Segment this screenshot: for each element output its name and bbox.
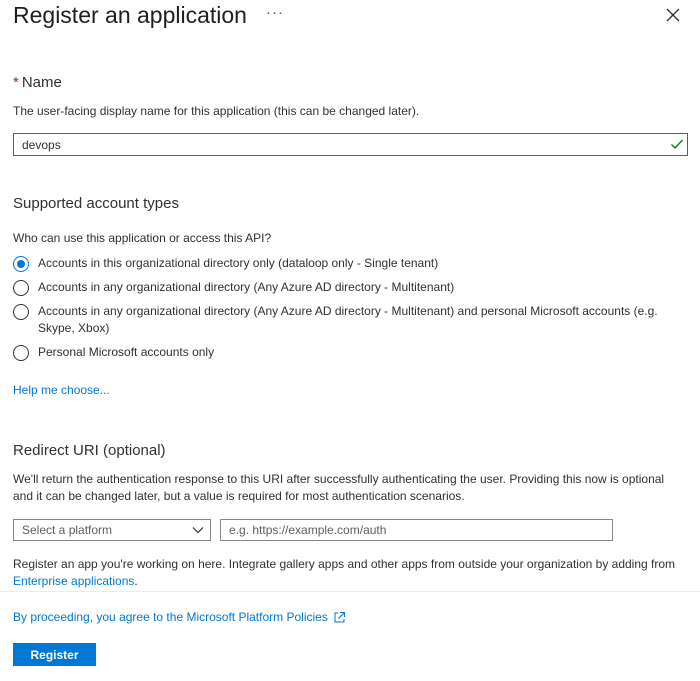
account-type-label: Accounts in this organizational director… — [38, 256, 439, 270]
redirect-uri-description-line1: We'll return the authentication response… — [13, 472, 665, 486]
required-marker: * — [13, 74, 19, 91]
account-type-option-multitenant[interactable]: Accounts in any organizational directory… — [13, 279, 454, 296]
policy-link-row[interactable]: By proceeding, you agree to the Microsof… — [13, 610, 346, 624]
name-heading: * Name — [13, 74, 62, 91]
account-types-question: Who can use this application or access t… — [13, 231, 272, 245]
close-icon[interactable] — [664, 6, 682, 24]
account-type-label-line1: Accounts in any organizational directory… — [38, 304, 658, 318]
external-link-icon — [334, 611, 345, 622]
chevron-down-icon — [192, 527, 204, 534]
name-description: The user-facing display name for this ap… — [13, 104, 420, 118]
account-type-label: Accounts in any organizational directory… — [38, 280, 455, 294]
name-heading-label: Name — [21, 74, 62, 91]
gallery-note-text: Register an app you're working on here. … — [13, 557, 676, 571]
redirect-uri-input[interactable] — [220, 519, 613, 541]
platform-select[interactable]: Select a platform — [13, 519, 211, 541]
redirect-uri-description-line2: and it can be changed later, but a value… — [13, 489, 465, 503]
more-options-icon[interactable]: ··· — [266, 4, 284, 21]
register-button[interactable]: Register — [13, 643, 96, 666]
platform-select-value: Select a platform — [22, 523, 113, 537]
page-title: Register an application — [13, 2, 247, 28]
platform-policies-link[interactable]: By proceeding, you agree to the Microsof… — [13, 610, 328, 624]
name-input[interactable] — [13, 133, 688, 156]
radio-button[interactable] — [13, 345, 29, 361]
footer-divider — [0, 591, 700, 592]
radio-button[interactable] — [13, 304, 29, 320]
account-type-option-multitenant-personal[interactable]: Accounts in any organizational directory… — [13, 303, 693, 337]
account-type-option-single-tenant[interactable]: Accounts in this organizational director… — [13, 255, 438, 272]
account-type-label: Personal Microsoft accounts only — [38, 345, 215, 359]
enterprise-applications-link[interactable]: Enterprise applications — [13, 574, 134, 588]
account-type-option-personal[interactable]: Personal Microsoft accounts only — [13, 344, 214, 361]
gallery-note-suffix: . — [134, 574, 138, 588]
radio-button[interactable] — [13, 280, 29, 296]
radio-button-selected[interactable] — [13, 256, 29, 272]
checkmark-icon — [671, 139, 684, 150]
help-me-choose-link[interactable]: Help me choose... — [13, 383, 110, 397]
account-type-label: Accounts in any organizational directory… — [38, 303, 658, 337]
account-types-heading: Supported account types — [13, 195, 179, 212]
redirect-uri-heading: Redirect URI (optional) — [13, 442, 166, 459]
account-type-label-line2: Skype, Xbox) — [38, 321, 110, 335]
gallery-note-link-line: Enterprise applications. — [13, 574, 138, 588]
